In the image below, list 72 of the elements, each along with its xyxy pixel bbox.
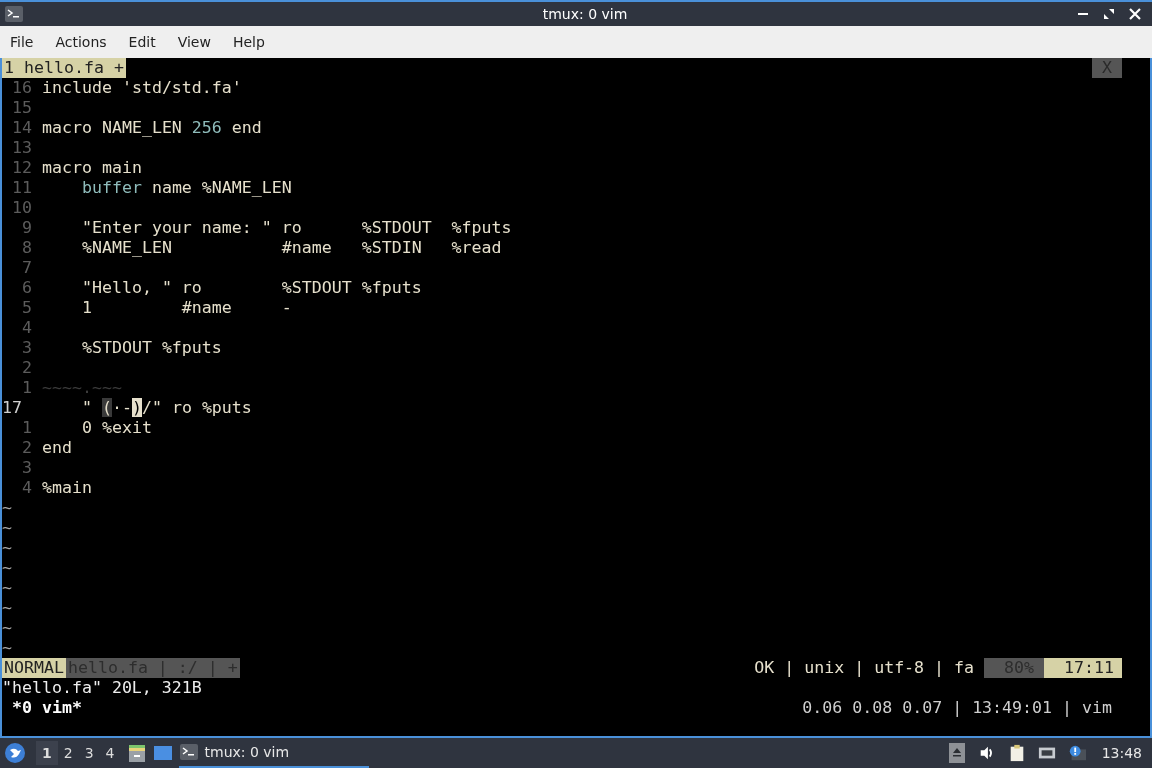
maximize-icon[interactable] <box>1102 6 1116 21</box>
code-line: "Enter your name: " ro %STDOUT %fputs <box>80 217 512 238</box>
empty-line-marker: ~ <box>2 497 12 518</box>
line-number: 15 <box>11 97 32 118</box>
code-line: %STDOUT %fputs <box>80 337 222 358</box>
empty-line-marker: ~ <box>2 537 12 558</box>
menu-item[interactable]: Actions <box>55 33 107 50</box>
menu-item[interactable]: Edit <box>128 33 156 50</box>
code-line: 1 #name - <box>80 297 292 318</box>
workspace-button[interactable]: 3 <box>78 741 100 765</box>
eject-icon[interactable] <box>947 743 966 763</box>
code-line: " (·-)/" ro %puts <box>80 397 252 418</box>
task-label: tmux: 0 vim <box>204 744 290 760</box>
line-number: 1 <box>21 417 32 438</box>
line-number: 11 <box>11 177 32 198</box>
tmux-status: 0.06 0.08 0.07 | 13:49:01 | vim <box>802 697 1112 718</box>
empty-line-marker: ~ <box>2 557 12 578</box>
file-cabinet-icon[interactable] <box>126 743 147 763</box>
line-number: 3 <box>21 457 32 478</box>
line-number: 2 <box>21 437 32 458</box>
message-line: "hello.fa" 20L, 321B <box>2 677 202 698</box>
code-line: %main <box>42 477 92 498</box>
notification-icon[interactable] <box>1067 743 1086 763</box>
tmux-window[interactable]: *0 vim* <box>2 697 82 718</box>
cursor-position: 17:11 <box>1044 657 1122 678</box>
mode-indicator: NORMAL <box>2 657 66 678</box>
line-number: 14 <box>11 117 32 138</box>
desktop-icon[interactable] <box>152 743 173 763</box>
empty-line-marker: ~ <box>2 517 12 538</box>
menu-item[interactable]: View <box>177 33 211 50</box>
workspace-button[interactable]: 1 <box>36 741 58 765</box>
code-line: buffer name %NAME_LEN <box>80 177 292 198</box>
file-info: OK | unix | utf-8 | fa <box>754 657 976 678</box>
window-title: tmux: 0 vim <box>542 5 628 22</box>
tmux-tab[interactable]: 1 hello.fa + <box>2 57 126 78</box>
terminal-icon <box>178 742 199 762</box>
line-number: 4 <box>21 317 32 338</box>
empty-line-marker: ~ <box>2 617 12 638</box>
line-number: 3 <box>21 337 32 358</box>
line-number: 2 <box>21 357 32 378</box>
menu-item[interactable]: Help <box>232 33 265 50</box>
code-line: ~~~~.~~~ <box>42 377 122 398</box>
empty-line-marker: ~ <box>2 597 12 618</box>
empty-line-marker: ~ <box>2 577 12 598</box>
start-menu-icon[interactable] <box>4 742 26 764</box>
terminal-icon <box>4 3 24 24</box>
code-line: end <box>42 437 72 458</box>
code-line: macro NAME_LEN 256 end <box>42 117 262 138</box>
line-number: 10 <box>11 197 32 218</box>
line-number: 7 <box>21 257 32 278</box>
line-number: 16 <box>11 77 32 98</box>
code-line: 0 %exit <box>80 417 152 438</box>
line-number: 13 <box>11 137 32 158</box>
line-number: 6 <box>21 277 32 298</box>
code-line: macro main <box>42 157 142 178</box>
line-number: 12 <box>11 157 32 178</box>
line-number: 1 <box>21 377 32 398</box>
line-number: 5 <box>21 297 32 318</box>
code-line: "Hello, " ro %STDOUT %fputs <box>80 277 422 298</box>
empty-line-marker: ~ <box>2 637 12 658</box>
close-icon[interactable] <box>1128 6 1142 21</box>
code-line: %NAME_LEN #name %STDIN %read <box>80 237 502 258</box>
task-button[interactable]: tmux: 0 vim <box>178 738 369 768</box>
line-number: 4 <box>21 477 32 498</box>
menu-item[interactable]: File <box>10 33 34 50</box>
workspace-button[interactable]: 4 <box>99 741 121 765</box>
line-number: 9 <box>21 217 32 238</box>
line-number: 8 <box>21 237 32 258</box>
clock: 13:48 <box>1101 745 1142 761</box>
workspace-button[interactable]: 2 <box>57 741 79 765</box>
code-line: include 'std/std.fa' <box>42 77 242 98</box>
line-number: 17 <box>2 397 23 418</box>
